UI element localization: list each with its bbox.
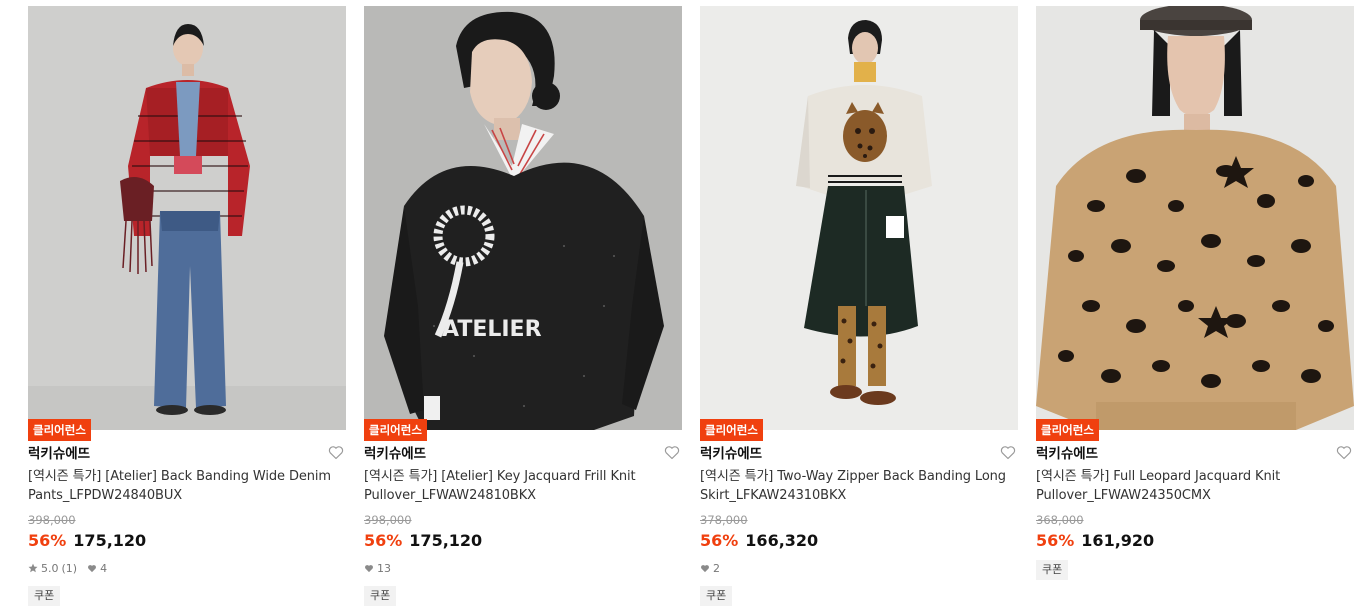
clearance-badge: 클리어런스	[364, 419, 427, 441]
discount-rate: 56%	[364, 530, 403, 550]
product-card[interactable]: ATELIER 클리어런스 럭키슈에뜨 [역시즌 특가] [Atelier] K…	[364, 6, 682, 606]
likes: 2	[700, 562, 720, 575]
product-photo-long-skirt	[700, 6, 1018, 430]
heart-outline-icon[interactable]	[1336, 445, 1352, 460]
brand-name[interactable]: 럭키슈에뜨	[364, 446, 426, 462]
brand-name[interactable]: 럭키슈에뜨	[1036, 446, 1098, 462]
product-name[interactable]: [역시즌 특가] [Atelier] Back Banding Wide Den…	[28, 468, 338, 505]
likes: 4	[87, 562, 107, 575]
price-row: 56% 166,320	[700, 529, 818, 551]
brand-row: 럭키슈에뜨	[28, 443, 346, 463]
heart-outline-icon[interactable]	[328, 445, 344, 460]
heart-filled-icon	[88, 564, 97, 572]
product-photo-leopard-knit	[1036, 6, 1354, 430]
product-image[interactable]	[1036, 6, 1354, 430]
product-card[interactable]: 클리어런스 럭키슈에뜨 [역시즌 특가] Two-Way Zipper Back…	[700, 6, 1018, 606]
price-row: 56% 161,920	[1036, 529, 1154, 551]
product-name[interactable]: [역시즌 특가] Two-Way Zipper Back Banding Lon…	[700, 468, 1010, 505]
coupon-tag: 쿠폰	[28, 586, 61, 606]
product-card[interactable]: 클리어런스 럭키슈에뜨 [역시즌 특가] Full Leopard Jacqua…	[1036, 6, 1354, 580]
original-price: 368,000	[1036, 513, 1084, 527]
discount-rate: 56%	[1036, 530, 1075, 550]
likes: 13	[364, 562, 391, 575]
likes-count: 13	[377, 561, 391, 575]
brand-name[interactable]: 럭키슈에뜨	[28, 446, 90, 462]
product-image[interactable]	[28, 6, 346, 430]
product-grid: 클리어런스 럭키슈에뜨 [역시즌 특가] [Atelier] Back Band…	[28, 6, 1354, 606]
product-name[interactable]: [역시즌 특가] Full Leopard Jacquard Knit Pull…	[1036, 468, 1346, 505]
brand-row: 럭키슈에뜨	[700, 443, 1018, 463]
coupon-tag: 쿠폰	[1036, 560, 1069, 580]
clearance-badge: 클리어런스	[1036, 419, 1099, 441]
review-meta: 2	[700, 561, 720, 575]
review-meta: 13	[364, 561, 391, 575]
review-count: (1)	[61, 561, 78, 575]
star-icon	[28, 563, 38, 573]
product-image[interactable]: ATELIER	[364, 6, 682, 430]
clearance-badge: 클리어런스	[700, 419, 763, 441]
brand-name[interactable]: 럭키슈에뜨	[700, 446, 762, 462]
original-price: 398,000	[364, 513, 412, 527]
likes-count: 4	[100, 561, 108, 575]
heart-filled-icon	[365, 564, 373, 572]
clearance-badge: 클리어런스	[28, 419, 91, 441]
brand-row: 럭키슈에뜨	[364, 443, 682, 463]
sale-price: 166,320	[745, 530, 819, 550]
review-meta: 5.0 (1) 4	[28, 561, 107, 575]
product-photo-denim-pants	[28, 6, 346, 430]
photo-atelier-text: ATELIER	[442, 317, 542, 342]
heart-outline-icon[interactable]	[1000, 445, 1016, 460]
brand-row: 럭키슈에뜨	[1036, 443, 1354, 463]
coupon-tag: 쿠폰	[364, 586, 397, 606]
discount-rate: 56%	[700, 530, 739, 550]
rating-value: 5.0	[41, 561, 59, 575]
product-image[interactable]	[700, 6, 1018, 430]
coupon-tag: 쿠폰	[700, 586, 733, 606]
heart-outline-icon[interactable]	[664, 445, 680, 460]
discount-rate: 56%	[28, 530, 67, 550]
rating: 5.0 (1)	[28, 562, 77, 575]
heart-filled-icon	[701, 564, 709, 572]
price-row: 56% 175,120	[364, 529, 482, 551]
original-price: 378,000	[700, 513, 748, 527]
sale-price: 161,920	[1081, 530, 1155, 550]
price-row: 56% 175,120	[28, 529, 146, 551]
product-name[interactable]: [역시즌 특가] [Atelier] Key Jacquard Frill Kn…	[364, 468, 674, 505]
product-card[interactable]: 클리어런스 럭키슈에뜨 [역시즌 특가] [Atelier] Back Band…	[28, 6, 346, 606]
original-price: 398,000	[28, 513, 76, 527]
product-photo-knit-pullover: ATELIER	[364, 6, 682, 430]
sale-price: 175,120	[409, 530, 483, 550]
likes-count: 2	[713, 561, 720, 575]
sale-price: 175,120	[73, 530, 147, 550]
